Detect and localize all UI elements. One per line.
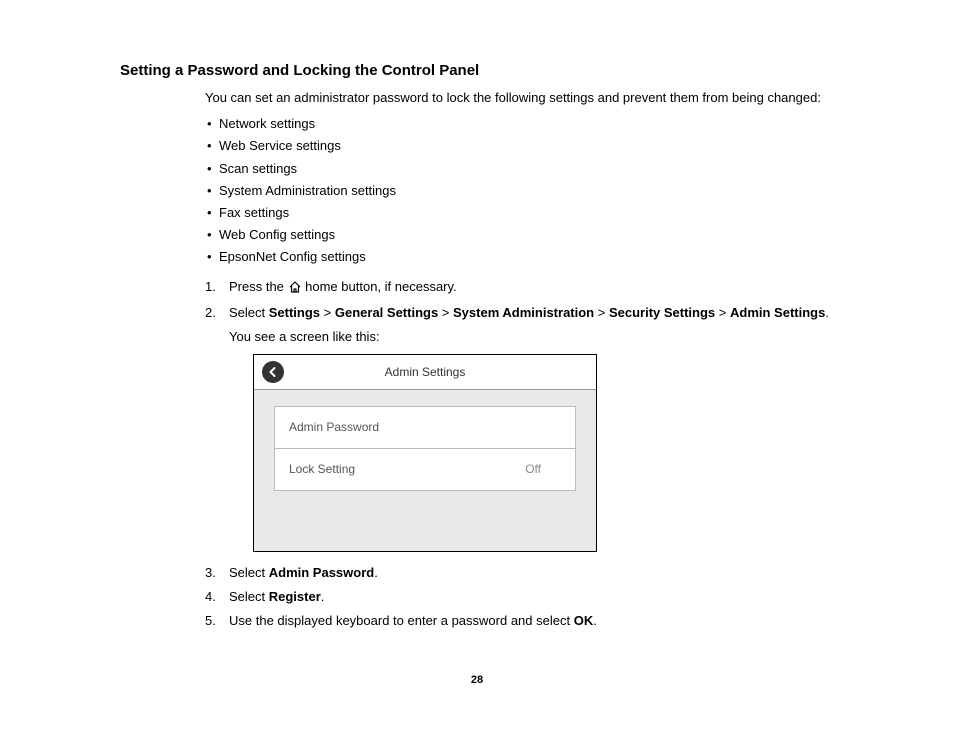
step-1: Press the home button, if necessary. bbox=[205, 275, 834, 301]
steps-list: Press the home button, if necessary. Sel… bbox=[205, 275, 834, 634]
screen-body: Admin Password Lock Setting Off bbox=[254, 390, 596, 551]
admin-password-row[interactable]: Admin Password bbox=[274, 406, 576, 449]
settings-list: Network settings Web Service settings Sc… bbox=[205, 113, 834, 268]
step-5: Use the displayed keyboard to enter a pa… bbox=[205, 609, 834, 633]
back-icon[interactable] bbox=[262, 361, 284, 383]
list-item: Fax settings bbox=[205, 202, 834, 224]
home-icon bbox=[288, 280, 302, 298]
list-item: Web Service settings bbox=[205, 135, 834, 157]
screen-title: Admin Settings bbox=[254, 364, 596, 381]
screen-header: Admin Settings bbox=[254, 355, 596, 390]
intro-text: You can set an administrator password to… bbox=[205, 89, 834, 107]
list-item: EpsonNet Config settings bbox=[205, 246, 834, 268]
list-item: Network settings bbox=[205, 113, 834, 135]
list-item: Web Config settings bbox=[205, 224, 834, 246]
step-3: Select Admin Password. bbox=[205, 561, 834, 585]
step-2-subtext: You see a screen like this: bbox=[229, 328, 834, 346]
lock-setting-value: Off bbox=[525, 461, 561, 478]
list-item: Scan settings bbox=[205, 158, 834, 180]
lock-setting-row[interactable]: Lock Setting Off bbox=[274, 449, 576, 491]
admin-settings-screenshot: Admin Settings Admin Password Lock Setti… bbox=[253, 354, 597, 552]
page-number: 28 bbox=[120, 673, 834, 688]
list-item: System Administration settings bbox=[205, 180, 834, 202]
step-4: Select Register. bbox=[205, 585, 834, 609]
step-2: Select Settings > General Settings > Sys… bbox=[205, 301, 834, 561]
section-heading: Setting a Password and Locking the Contr… bbox=[120, 60, 834, 81]
